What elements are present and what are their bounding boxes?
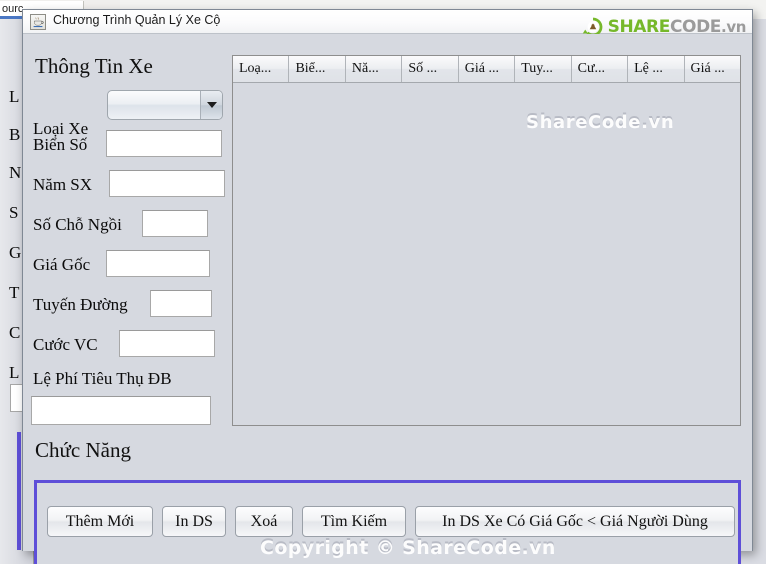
label-special-consumption-fee: Lệ Phí Tiêu Thụ ĐB <box>33 369 172 388</box>
seat-count-input[interactable] <box>142 210 208 237</box>
table-column-header[interactable]: Cư... <box>572 56 629 82</box>
label-license-plate: Biển Số <box>33 135 88 154</box>
window-content: Thông Tin Xe Loại Xe Biển Số Năm SX Số C… <box>23 34 752 564</box>
table-column-header[interactable]: Biể... <box>289 56 346 82</box>
print-list-button[interactable]: In DS <box>162 506 226 537</box>
table-body[interactable]: ShareCode.vn <box>233 83 740 425</box>
license-plate-input[interactable] <box>106 130 222 157</box>
background-accent-bar <box>17 432 21 550</box>
table-column-header[interactable]: Giá ... <box>459 56 516 82</box>
search-button[interactable]: Tìm Kiếm <box>302 506 406 537</box>
table-header-row: Loạ... Biể... Nă... Số ... Giá ... Tuy..… <box>233 56 740 83</box>
table-column-header[interactable]: Giá ... <box>685 56 740 82</box>
main-window: Chương Trình Quản Lý Xe Cộ SHARECODE.vn … <box>22 9 753 564</box>
background-label-1: B <box>9 125 21 144</box>
label-freight-fee: Cước VC <box>33 335 98 354</box>
functions-section-title: Chức Năng <box>35 438 131 462</box>
background-label-4: G <box>9 243 22 262</box>
label-year-made: Năm SX <box>33 175 93 194</box>
label-base-price: Giá Gốc <box>33 255 91 274</box>
table-column-header[interactable]: Tuy... <box>515 56 572 82</box>
table-column-header[interactable]: Số ... <box>402 56 459 82</box>
background-label-7: L <box>9 363 20 382</box>
print-filtered-list-button[interactable]: In DS Xe Có Giá Gốc < Giá Người Dùng <box>415 506 735 537</box>
screen-root: ourc L B N S G T C L Chương Trình Quản L… <box>0 0 766 564</box>
table-column-header[interactable]: Nă... <box>346 56 403 82</box>
functions-panel: Thêm Mới In DS Xoá Tìm Kiếm In DS Xe Có … <box>34 480 741 564</box>
add-new-button[interactable]: Thêm Mới <box>47 506 153 537</box>
delete-button[interactable]: Xoá <box>235 506 293 537</box>
route-input[interactable] <box>150 290 212 317</box>
table-column-header[interactable]: Loạ... <box>233 56 290 82</box>
year-made-input[interactable] <box>109 170 225 197</box>
form-section-title: Thông Tin Xe <box>35 54 153 78</box>
freight-fee-input[interactable] <box>119 330 215 357</box>
background-label-0: L <box>9 87 20 106</box>
java-coffee-cup-icon <box>30 14 46 30</box>
base-price-input[interactable] <box>106 250 210 277</box>
background-label-6: C <box>9 323 21 342</box>
special-consumption-fee-input[interactable] <box>31 396 211 425</box>
background-label-5: T <box>9 283 20 302</box>
window-title: Chương Trình Quản Lý Xe Cộ <box>53 13 221 27</box>
vehicle-type-combo[interactable] <box>107 90 223 120</box>
vehicle-table[interactable]: Loạ... Biể... Nă... Số ... Giá ... Tuy..… <box>232 55 741 426</box>
table-watermark: ShareCode.vn <box>526 111 675 132</box>
chevron-down-icon[interactable] <box>200 91 222 119</box>
label-seat-count: Số Chỗ Ngồi <box>33 215 122 234</box>
background-label-3: S <box>9 203 19 222</box>
background-label-2: N <box>9 163 22 182</box>
label-route: Tuyến Đường <box>33 295 128 314</box>
table-column-header[interactable]: Lệ ... <box>628 56 685 82</box>
